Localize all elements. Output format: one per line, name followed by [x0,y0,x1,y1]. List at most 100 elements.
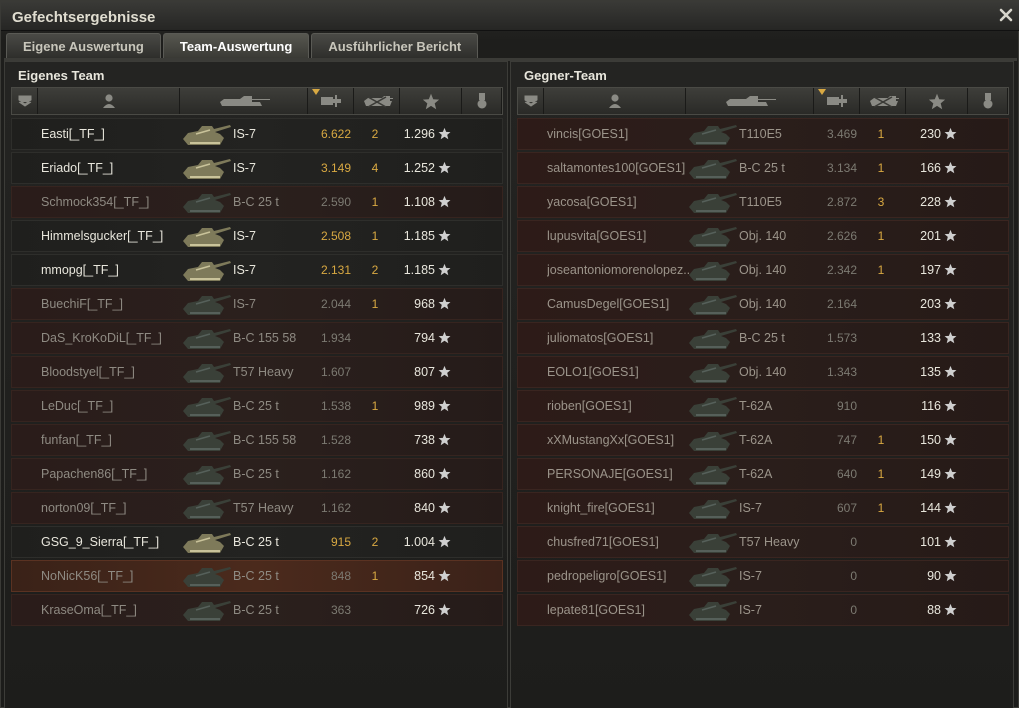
tank-icon [686,121,738,149]
table-row[interactable]: Bloodstyel[_TF_] T57 Heavy 1.607 807 [11,356,503,388]
table-row[interactable]: LeDuc[_TF_] B-C 25 t 1.538 1 989 [11,390,503,422]
medal-column-header[interactable] [462,88,502,114]
table-row[interactable]: Eriado[_TF_] IS-7 3.149 4 1.252 [11,152,503,184]
star-icon [438,535,451,548]
window-title: Gefechtsergebnisse [12,9,156,26]
kills-value [874,595,888,625]
star-icon [438,569,451,582]
damage-value: 640 [836,467,857,481]
own-team-title: Eigenes Team [18,68,105,83]
experience-value: 149 [920,467,941,481]
vehicle-type-column-icon [17,94,33,108]
experience-column-header[interactable] [400,88,462,114]
experience-value: 738 [414,433,435,447]
experience-column-header[interactable] [906,88,968,114]
player-name: pedropeligro[GOES1] [547,569,667,583]
table-row[interactable]: mmopg[_TF_] IS-7 2.131 2 1.185 [11,254,503,286]
tank-name: B-C 25 t [739,331,785,345]
kills-column-header[interactable] [860,88,906,114]
experience-value: 726 [414,603,435,617]
player-name: norton09[_TF_] [41,501,127,515]
table-row[interactable]: PERSONAJE[GOES1] T-62A 640 1 149 [517,458,1009,490]
medal-column-icon [476,92,488,110]
tank-name: B-C 25 t [233,467,279,481]
player-column-header[interactable] [544,88,686,114]
vehicle-type-column-icon [523,94,539,108]
star-icon [944,127,957,140]
table-row[interactable]: NoNicK56[_TF_] B-C 25 t 848 1 854 [11,560,503,592]
tank-name: IS-7 [233,297,256,311]
player-name: Schmock354[_TF_] [41,195,150,209]
tab-bar: Eigene Auswertung Team-Auswertung Ausfüh… [6,33,479,58]
kills-value: 1 [371,195,379,209]
damage-column-header[interactable] [308,88,354,114]
player-name: NoNicK56[_TF_] [41,569,134,583]
player-name: xXMustangXx[GOES1] [547,433,675,447]
tank-icon [180,155,232,183]
table-row[interactable]: xXMustangXx[GOES1] T-62A 747 1 150 [517,424,1009,456]
tank-icon [180,121,232,149]
damage-value: 2.044 [320,297,351,311]
tank-name: Obj. 140 [739,365,787,379]
table-row[interactable]: chusfred71[GOES1] T57 Heavy 0 101 [517,526,1009,558]
player-name: KraseOma[_TF_] [41,603,137,617]
star-icon [438,161,451,174]
star-icon [944,399,957,412]
experience-value: 201 [920,229,941,243]
table-row[interactable]: CamusDegel[GOES1] Obj. 140 2.164 203 [517,288,1009,320]
vehicle-column-icon [722,94,778,108]
player-name: lupusvita[GOES1] [547,229,647,243]
table-row[interactable]: lupusvita[GOES1] Obj. 140 2.626 1 201 [517,220,1009,252]
table-row[interactable]: KraseOma[_TF_] B-C 25 t 363 726 [11,594,503,626]
experience-value: 794 [414,331,435,345]
kills-column-icon [360,94,394,108]
experience-value: 166 [920,161,941,175]
tab-team-evaluation[interactable]: Team-Auswertung [162,33,310,58]
star-icon [438,331,451,344]
table-row[interactable]: lepate81[GOES1] IS-7 0 88 [517,594,1009,626]
table-row[interactable]: knight_fire[GOES1] IS-7 607 1 144 [517,492,1009,524]
table-row[interactable]: EOLO1[GOES1] Obj. 140 1.343 135 [517,356,1009,388]
table-row[interactable]: vincis[GOES1] T110E5 3.469 1 230 [517,118,1009,150]
tank-name: IS-7 [739,569,762,583]
table-row[interactable]: juliomatos[GOES1] B-C 25 t 1.573 133 [517,322,1009,354]
tab-own-evaluation[interactable]: Eigene Auswertung [6,33,161,58]
table-row[interactable]: saltamontes100[GOES1] B-C 25 t 3.134 1 166 [517,152,1009,184]
vehicle-type-column-header[interactable] [12,88,38,114]
table-row[interactable]: Himmelsgucker[_TF_] IS-7 2.508 1 1.185 [11,220,503,252]
table-row[interactable]: Schmock354[_TF_] B-C 25 t 2.590 1 1.108 [11,186,503,218]
table-row[interactable]: Easti[_TF_] IS-7 6.622 2 1.296 [11,118,503,150]
close-icon[interactable] [998,7,1014,23]
table-row[interactable]: pedropeligro[GOES1] IS-7 0 90 [517,560,1009,592]
table-row[interactable]: joseantoniomorenolopez.. Obj. 140 2.342 1 19… [517,254,1009,286]
vehicle-type-column-header[interactable] [518,88,544,114]
damage-value: 3.134 [826,161,857,175]
table-row[interactable]: BuechiF[_TF_] IS-7 2.044 1 968 [11,288,503,320]
player-column-header[interactable] [38,88,180,114]
damage-column-header[interactable] [814,88,860,114]
vehicle-column-header[interactable] [180,88,308,114]
damage-value: 1.573 [826,331,857,345]
experience-value: 88 [927,603,941,617]
kills-value [368,357,382,387]
table-row[interactable]: funfan[_TF_] B-C 155 58 1.528 738 [11,424,503,456]
table-row[interactable]: norton09[_TF_] T57 Heavy 1.162 840 [11,492,503,524]
tank-name: B-C 155 58 [233,433,297,447]
vehicle-column-header[interactable] [686,88,814,114]
player-name: rioben[GOES1] [547,399,632,413]
player-name: saltamontes100[GOES1] [547,161,686,175]
player-name: mmopg[_TF_] [41,263,119,277]
damage-value: 2.131 [320,263,351,277]
table-row[interactable]: yacosa[GOES1] T110E5 2.872 3 228 [517,186,1009,218]
medal-column-header[interactable] [968,88,1008,114]
kills-column-header[interactable] [354,88,400,114]
table-row[interactable]: rioben[GOES1] T-62A 910 116 [517,390,1009,422]
kills-value: 2 [371,127,379,141]
tab-detailed-report[interactable]: Ausführlicher Bericht [311,33,479,58]
star-icon [944,229,957,242]
table-row[interactable]: GSG_9_Sierra[_TF_] B-C 25 t 915 2 1.004 [11,526,503,558]
table-row[interactable]: Papachen86[_TF_] B-C 25 t 1.162 860 [11,458,503,490]
table-row[interactable]: DaS_KroKoDiL[_TF_] B-C 155 58 1.934 794 [11,322,503,354]
star-icon [438,297,451,310]
enemy-team-rows: vincis[GOES1] T110E5 3.469 1 230 saltamontes1… [517,118,1009,628]
